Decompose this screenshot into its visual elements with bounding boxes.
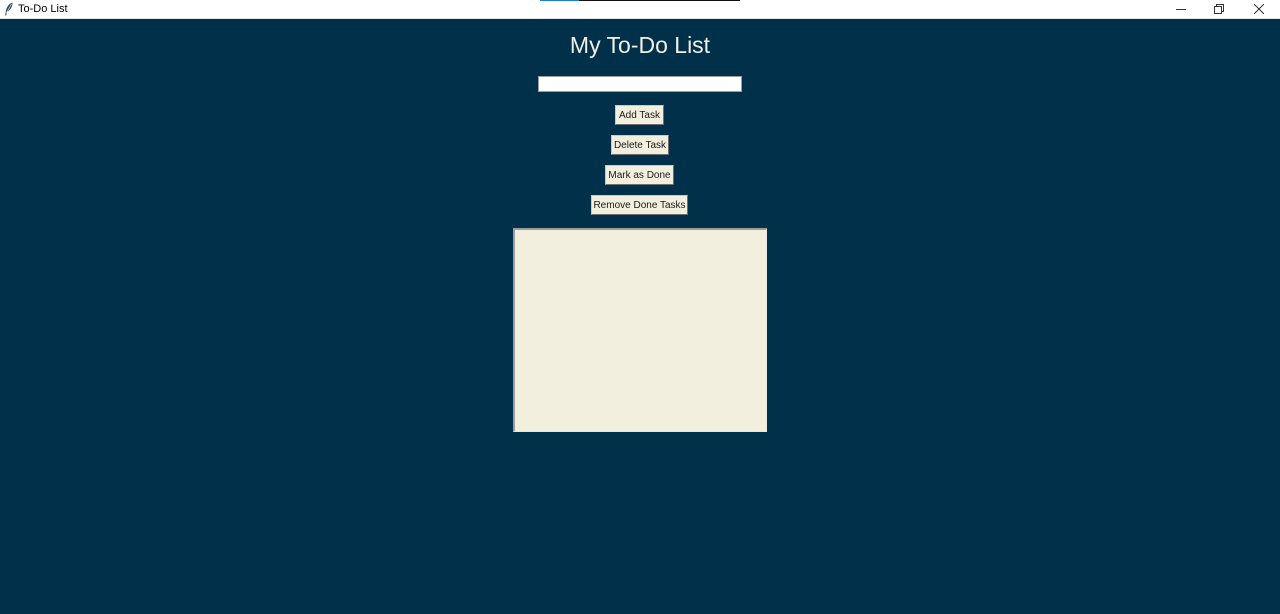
titlebar-line xyxy=(579,0,740,1)
maximize-button[interactable] xyxy=(1200,0,1238,19)
mark-as-done-button[interactable]: Mark as Done xyxy=(605,165,674,185)
close-icon xyxy=(1253,1,1265,19)
restore-icon xyxy=(1214,1,1224,19)
add-task-button[interactable]: Add Task xyxy=(615,105,664,125)
delete-task-button[interactable]: Delete Task xyxy=(611,135,669,155)
feather-icon xyxy=(4,2,14,16)
task-input[interactable] xyxy=(538,76,742,92)
page-title: My To-Do List xyxy=(569,32,711,58)
minimize-button[interactable] xyxy=(1162,0,1200,19)
title-bar[interactable]: To-Do List xyxy=(0,0,1280,19)
remove-done-tasks-button[interactable]: Remove Done Tasks xyxy=(591,195,688,215)
app-window: To-Do List My To-Do List Add Task Delete… xyxy=(0,0,1280,614)
minimize-icon xyxy=(1176,1,1186,19)
task-listbox[interactable] xyxy=(513,228,767,432)
window-title: To-Do List xyxy=(18,3,68,15)
close-button[interactable] xyxy=(1240,0,1278,19)
titlebar-accent xyxy=(540,0,579,1)
